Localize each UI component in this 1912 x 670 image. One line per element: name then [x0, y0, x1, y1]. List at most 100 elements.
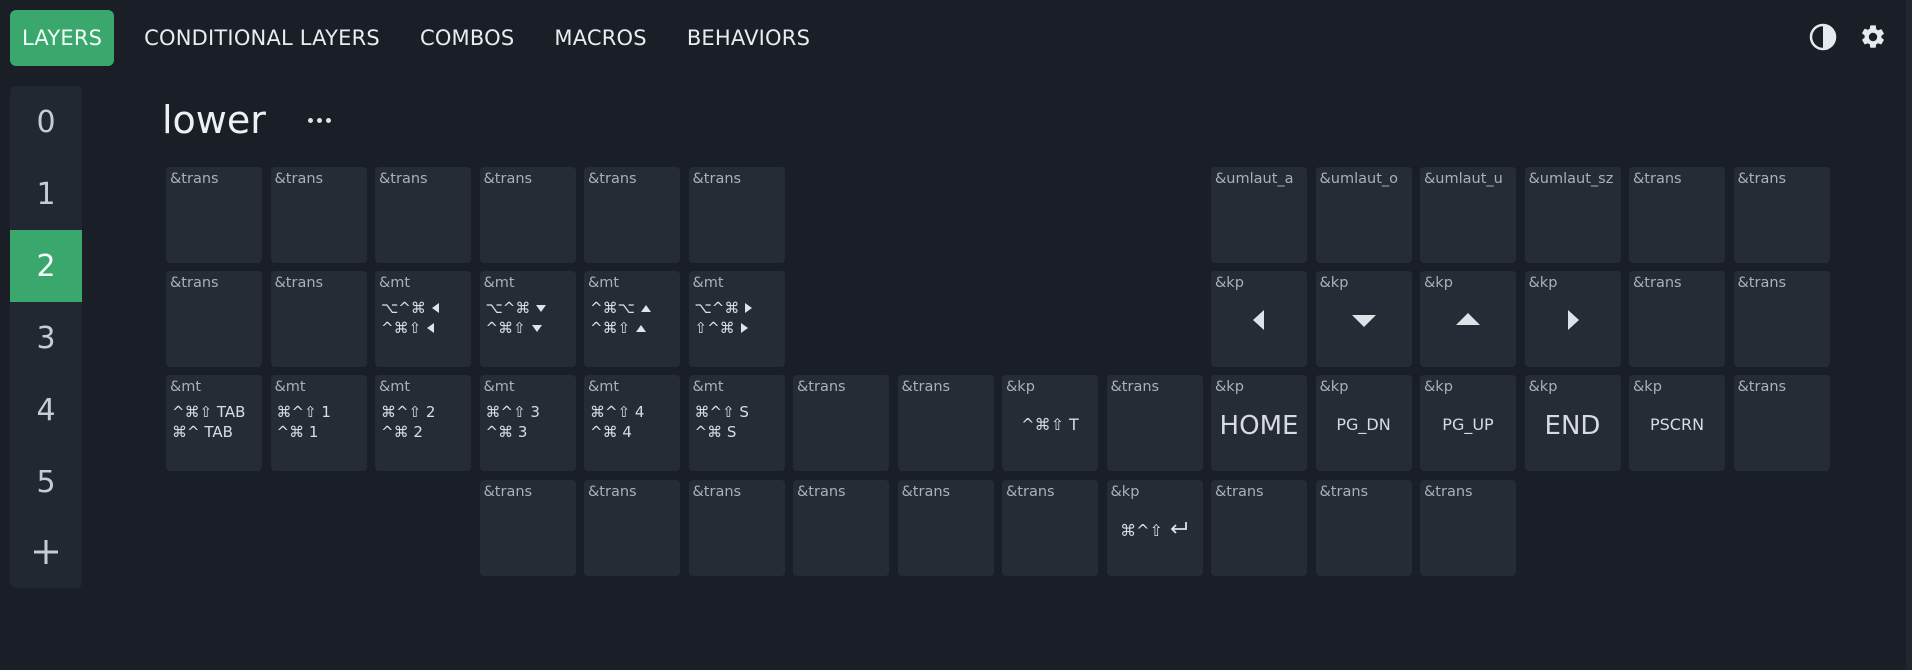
key[interactable]: &mt ⌘^⇧ 1 ^⌘ 1 — [270, 375, 367, 471]
key[interactable]: &trans — [166, 167, 262, 263]
key[interactable]: &kp — [1211, 271, 1307, 367]
key[interactable]: &umlaut_u — [1420, 167, 1516, 263]
key[interactable]: &mt ⌘^⇧ S ^⌘ S — [688, 375, 785, 471]
tab-behaviors[interactable]: BEHAVIORS — [675, 10, 822, 66]
key[interactable]: &kp END — [1524, 375, 1621, 471]
plus-icon — [32, 538, 60, 570]
key-behavior: &trans — [692, 484, 742, 500]
key[interactable]: &umlaut_sz — [1524, 167, 1621, 263]
key[interactable]: &kp ⌘^⇧ — [1106, 480, 1203, 576]
key[interactable]: &kp — [1315, 271, 1412, 367]
arrow-down-icon — [536, 304, 547, 312]
key[interactable]: &mt ⌥^⌘ ^⌘⇧ — [479, 271, 576, 367]
key[interactable]: &trans — [166, 271, 262, 367]
key[interactable]: &trans — [1629, 271, 1725, 367]
key[interactable]: &mt ⌘^⇧ 3 ^⌘ 3 — [479, 375, 576, 471]
key[interactable]: &trans — [479, 480, 576, 576]
key-behavior: &umlaut_u — [1424, 171, 1503, 187]
key[interactable]: &kp PG_DN — [1315, 375, 1412, 471]
key[interactable]: &mt ^⌘⌥ ^⌘⇧ — [584, 271, 680, 367]
add-layer-button[interactable] — [10, 518, 82, 588]
key-behavior: &mt — [170, 379, 202, 395]
key-param-text: ⌥^⌘ — [694, 299, 740, 317]
layer-item-2[interactable]: 2 — [10, 230, 82, 302]
arrow-down-icon — [531, 324, 542, 332]
layer-item-5[interactable]: 5 — [10, 446, 82, 518]
key[interactable]: &umlaut_o — [1315, 167, 1412, 263]
key-behavior: &trans — [692, 171, 742, 187]
key[interactable]: &trans — [1733, 375, 1830, 471]
key-behavior: &kp — [1110, 484, 1140, 500]
key-arrow — [1525, 305, 1621, 335]
key[interactable]: &trans — [270, 271, 367, 367]
layer-name[interactable]: lower — [162, 98, 266, 142]
scrollbar[interactable] — [1906, 0, 1912, 670]
key-behavior: &kp — [1215, 275, 1244, 291]
key[interactable]: &trans — [688, 480, 785, 576]
layer-item-3[interactable]: 3 — [10, 302, 82, 374]
key-behavior: &trans — [588, 484, 637, 500]
key-behavior: &kp — [1319, 275, 1349, 291]
key-behavior: &kp — [1006, 379, 1035, 395]
key[interactable]: &trans — [1420, 480, 1516, 576]
key[interactable]: &trans — [793, 480, 889, 576]
key-param-text: ⌘^⇧ 3 — [485, 403, 540, 421]
key[interactable]: &trans — [897, 375, 994, 471]
key-hold-param: ^⌘⇧ TAB — [172, 402, 245, 422]
key-param-text: ^⌘ 4 — [590, 423, 632, 441]
key-params: ⌘^⇧ 2 ^⌘ 2 — [381, 402, 435, 442]
key[interactable]: &trans — [270, 167, 367, 263]
key[interactable]: &kp — [1420, 271, 1516, 367]
key-behavior: &mt — [692, 275, 724, 291]
return-icon — [1169, 520, 1189, 536]
tab-combos[interactable]: COMBOS — [408, 10, 526, 66]
key[interactable]: &trans — [1629, 167, 1725, 263]
key[interactable]: &kp HOME — [1211, 375, 1307, 471]
key[interactable]: &trans — [375, 167, 471, 263]
key-behavior: &trans — [901, 379, 951, 395]
tab-layers[interactable]: LAYERS — [10, 10, 115, 66]
key[interactable]: &mt ⌥^⌘ ⇧^⌘ — [688, 271, 785, 367]
tab-conditional-layers[interactable]: CONDITIONAL LAYERS — [132, 10, 392, 66]
key-params: ^⌘⇧ TAB ⌘^ TAB — [172, 402, 245, 442]
key[interactable]: &trans — [1211, 480, 1307, 576]
key-behavior: &trans — [1737, 275, 1787, 291]
key[interactable]: &trans — [584, 167, 680, 263]
key-arrow — [1420, 305, 1516, 335]
key[interactable]: &mt ⌘^⇧ 4 ^⌘ 4 — [584, 375, 680, 471]
key[interactable]: &trans — [1315, 480, 1412, 576]
arrow-up-icon — [1456, 313, 1480, 325]
key[interactable]: &trans — [584, 480, 680, 576]
key[interactable]: &kp ^⌘⇧ T — [1002, 375, 1098, 471]
key[interactable]: &kp PSCRN — [1629, 375, 1725, 471]
key-hold-param: ⌥^⌘ — [695, 298, 753, 318]
key[interactable]: &trans — [897, 480, 994, 576]
key[interactable]: &trans — [479, 167, 576, 263]
key[interactable]: &kp PG_UP — [1420, 375, 1516, 471]
key[interactable]: &trans — [793, 375, 889, 471]
key[interactable]: &trans — [1733, 271, 1830, 367]
key[interactable]: &kp — [1524, 271, 1621, 367]
key-param-text: ^⌘ S — [694, 423, 737, 441]
key[interactable]: &umlaut_a — [1211, 167, 1307, 263]
key[interactable]: &mt ⌘^⇧ 2 ^⌘ 2 — [375, 375, 471, 471]
key[interactable]: &trans — [688, 167, 785, 263]
theme-toggle-icon[interactable] — [1808, 22, 1838, 52]
arrow-right-icon — [745, 303, 753, 313]
key[interactable]: &mt ⌥^⌘ ^⌘⇧ — [375, 271, 471, 367]
tab-macros[interactable]: MACROS — [542, 10, 658, 66]
key-param: PG_UP — [1420, 415, 1516, 434]
key[interactable]: &trans — [1002, 480, 1098, 576]
key-behavior: &trans — [1110, 379, 1160, 395]
key[interactable]: &trans — [1106, 375, 1203, 471]
more-options-button[interactable] — [308, 108, 338, 132]
key-behavior: &kp — [1528, 379, 1558, 395]
key-arrow — [1316, 305, 1412, 335]
layer-item-1[interactable]: 1 — [10, 158, 82, 230]
layer-item-0[interactable]: 0 — [10, 86, 82, 158]
gear-icon[interactable] — [1858, 22, 1888, 52]
key-behavior: &kp — [1528, 275, 1558, 291]
key[interactable]: &mt ^⌘⇧ TAB ⌘^ TAB — [166, 375, 262, 471]
layer-item-4[interactable]: 4 — [10, 374, 82, 446]
key[interactable]: &trans — [1733, 167, 1830, 263]
